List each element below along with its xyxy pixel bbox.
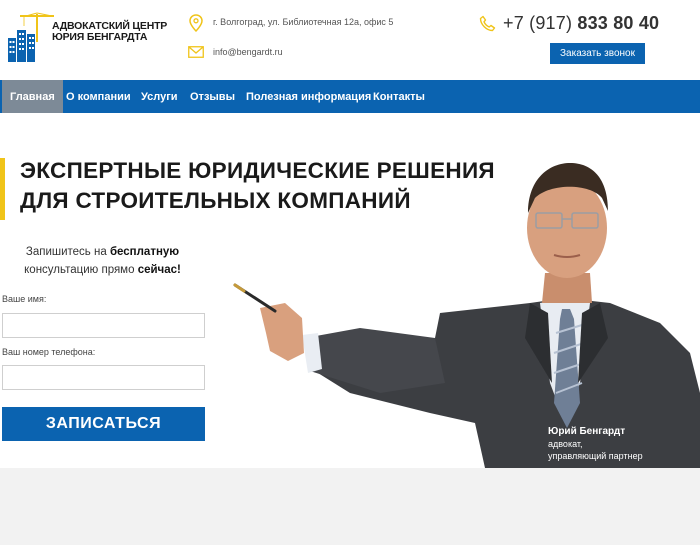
name-input[interactable] xyxy=(2,313,205,338)
phone-prefix: +7 (917) xyxy=(503,13,573,33)
map-pin-icon xyxy=(189,14,203,32)
submit-button[interactable]: ЗАПИСАТЬСЯ xyxy=(2,407,205,441)
nav-item-home[interactable]: Главная xyxy=(2,80,63,113)
cta-part-2: консультацию прямо xyxy=(24,264,138,276)
hero-section: ЭКСПЕРТНЫЕ ЮРИДИЧЕСКИЕ РЕШЕНИЯ ДЛЯ СТРОИ… xyxy=(0,113,700,468)
person-role-2: управляющий партнер xyxy=(548,451,643,461)
cta-bold-1: бесплатную xyxy=(109,246,180,258)
email-link[interactable]: info@bengardt.ru xyxy=(213,47,283,57)
phone-label: Ваш номер телефона: xyxy=(2,347,96,357)
page: АДВОКАТСКИЙ ЦЕНТР ЮРИЯ БЕНГАРДТА г. Волг… xyxy=(0,0,700,545)
logo-text[interactable]: АДВОКАТСКИЙ ЦЕНТР ЮРИЯ БЕНГАРДТА xyxy=(52,21,167,43)
phone-number[interactable]: +7 (917) 833 80 40 xyxy=(503,13,659,34)
lawyer-photo xyxy=(233,163,700,468)
nav-item-contacts[interactable]: Контакты xyxy=(373,80,425,113)
cta-part-1: Запишитесь на xyxy=(25,246,110,258)
nav-item-services[interactable]: Услуги xyxy=(141,80,178,113)
main-nav: Главная О компании Услуги Отзывы Полезна… xyxy=(0,80,700,113)
phone-input[interactable] xyxy=(2,365,205,390)
envelope-icon xyxy=(188,46,204,58)
person-role-1: адвокат, xyxy=(548,439,583,449)
name-label: Ваше имя: xyxy=(2,294,47,304)
page-lower-area xyxy=(0,468,700,545)
callback-button[interactable]: Заказать звонок xyxy=(550,43,645,64)
nav-item-useful-info[interactable]: Полезная информация xyxy=(246,80,371,113)
site-header: АДВОКАТСКИЙ ЦЕНТР ЮРИЯ БЕНГАРДТА г. Волг… xyxy=(0,0,700,80)
headline-accent-bar xyxy=(0,158,5,220)
nav-item-about[interactable]: О компании xyxy=(66,80,131,113)
phone-icon xyxy=(479,15,496,32)
cta-bold-2: сейчас! xyxy=(137,264,181,276)
person-name: Юрий Бенгардт xyxy=(548,426,626,437)
cta-text: Запишитесь на бесплатную консультацию пр… xyxy=(0,243,205,279)
nav-item-reviews[interactable]: Отзывы xyxy=(190,80,235,113)
phone-main: 833 80 40 xyxy=(577,13,660,33)
person-caption: Юрий Бенгардт адвокат, управляющий партн… xyxy=(548,426,643,462)
logo-line-2: ЮРИЯ БЕНГАРДТА xyxy=(52,31,148,43)
address-text: г. Волгоград, ул. Библиотечная 12а, офис… xyxy=(213,17,394,27)
